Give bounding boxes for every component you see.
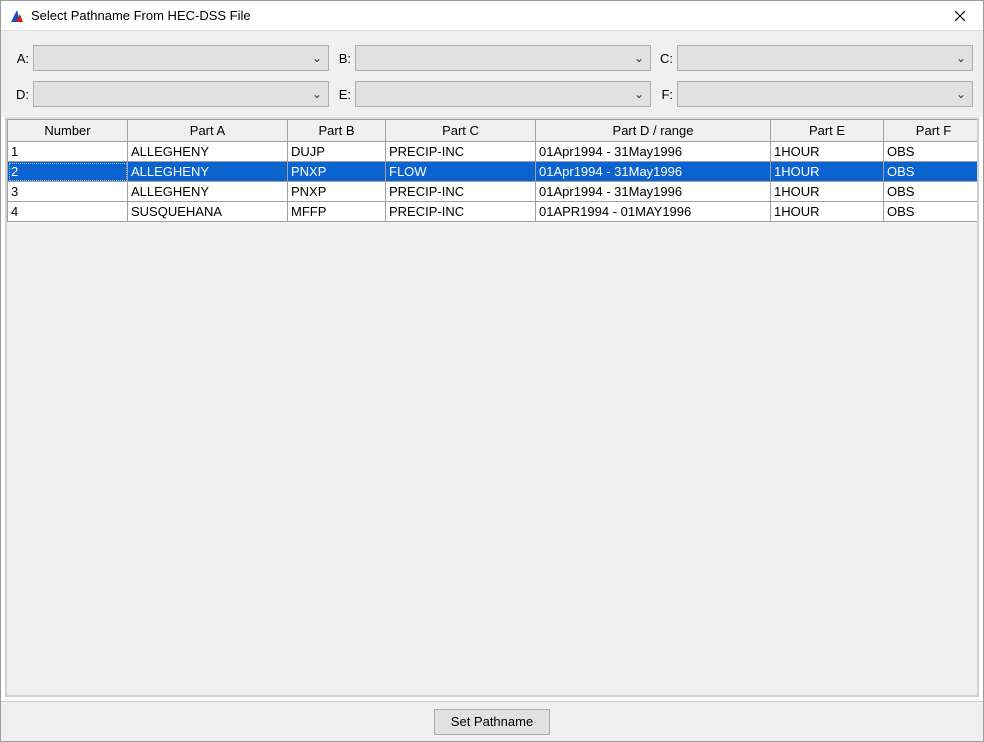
filter-select-e[interactable]: ⌄ xyxy=(355,81,651,107)
filter-select-c[interactable]: ⌄ xyxy=(677,45,973,71)
table-cell[interactable]: 01Apr1994 - 31May1996 xyxy=(536,162,771,182)
table-cell[interactable]: 1HOUR xyxy=(771,162,884,182)
filter-row-2: D: ⌄ E: ⌄ F: ⌄ xyxy=(11,81,973,107)
table-cell[interactable]: PRECIP-INC xyxy=(386,142,536,162)
table-row[interactable]: 4SUSQUEHANAMFFPPRECIP-INC01APR1994 - 01M… xyxy=(8,202,980,222)
filter-label-c: C: xyxy=(655,51,673,66)
table-row[interactable]: 3ALLEGHENYPNXPPRECIP-INC01Apr1994 - 31Ma… xyxy=(8,182,980,202)
col-header-part-f[interactable]: Part F xyxy=(884,120,980,142)
filter-label-a: A: xyxy=(11,51,29,66)
chevron-down-icon: ⌄ xyxy=(312,87,322,101)
table-cell[interactable]: FLOW xyxy=(386,162,536,182)
table-header-row: Number Part A Part B Part C Part D / ran… xyxy=(8,120,980,142)
table-body: 1ALLEGHENYDUJPPRECIP-INC01Apr1994 - 31Ma… xyxy=(8,142,980,222)
set-pathname-button[interactable]: Set Pathname xyxy=(434,709,550,735)
title-bar: Select Pathname From HEC-DSS File xyxy=(1,1,983,31)
filter-select-f[interactable]: ⌄ xyxy=(677,81,973,107)
table-cell[interactable]: DUJP xyxy=(288,142,386,162)
table-cell[interactable]: 1HOUR xyxy=(771,202,884,222)
table-cell[interactable]: 3 xyxy=(8,182,128,202)
table-cell[interactable]: MFFP xyxy=(288,202,386,222)
filter-panel: A: ⌄ B: ⌄ C: ⌄ D: ⌄ E: ⌄ F: ⌄ xyxy=(1,31,983,117)
filter-row-1: A: ⌄ B: ⌄ C: ⌄ xyxy=(11,45,973,71)
col-header-part-b[interactable]: Part B xyxy=(288,120,386,142)
table-cell[interactable]: 1HOUR xyxy=(771,182,884,202)
table-cell[interactable]: OBS xyxy=(884,142,980,162)
table-row[interactable]: 1ALLEGHENYDUJPPRECIP-INC01Apr1994 - 31Ma… xyxy=(8,142,980,162)
table-cell[interactable]: 1HOUR xyxy=(771,142,884,162)
dialog-window: Select Pathname From HEC-DSS File A: ⌄ B… xyxy=(0,0,984,742)
table-cell[interactable]: PNXP xyxy=(288,182,386,202)
chevron-down-icon: ⌄ xyxy=(634,51,644,65)
table-cell[interactable]: 4 xyxy=(8,202,128,222)
title-bar-left: Select Pathname From HEC-DSS File xyxy=(9,8,251,24)
table-cell[interactable]: 01Apr1994 - 31May1996 xyxy=(536,142,771,162)
table-container: Number Part A Part B Part C Part D / ran… xyxy=(5,117,979,697)
window-title: Select Pathname From HEC-DSS File xyxy=(31,8,251,23)
filter-select-b[interactable]: ⌄ xyxy=(355,45,651,71)
app-icon xyxy=(9,8,25,24)
filter-label-e: E: xyxy=(333,87,351,102)
filter-label-f: F: xyxy=(655,87,673,102)
pathname-table: Number Part A Part B Part C Part D / ran… xyxy=(7,119,979,222)
table-cell[interactable]: ALLEGHENY xyxy=(128,142,288,162)
table-cell[interactable]: PNXP xyxy=(288,162,386,182)
table-cell[interactable]: SUSQUEHANA xyxy=(128,202,288,222)
filter-select-d[interactable]: ⌄ xyxy=(33,81,329,107)
filter-label-d: D: xyxy=(11,87,29,102)
col-header-part-d[interactable]: Part D / range xyxy=(536,120,771,142)
close-button[interactable] xyxy=(937,1,983,31)
chevron-down-icon: ⌄ xyxy=(956,87,966,101)
col-header-number[interactable]: Number xyxy=(8,120,128,142)
table-row[interactable]: 2ALLEGHENYPNXPFLOW01Apr1994 - 31May19961… xyxy=(8,162,980,182)
table-cell[interactable]: 2 xyxy=(8,162,128,182)
table-cell[interactable]: ALLEGHENY xyxy=(128,162,288,182)
filter-select-a[interactable]: ⌄ xyxy=(33,45,329,71)
filter-label-b: B: xyxy=(333,51,351,66)
chevron-down-icon: ⌄ xyxy=(312,51,322,65)
table-cell[interactable]: OBS xyxy=(884,162,980,182)
table-cell[interactable]: PRECIP-INC xyxy=(386,202,536,222)
chevron-down-icon: ⌄ xyxy=(634,87,644,101)
col-header-part-a[interactable]: Part A xyxy=(128,120,288,142)
table-cell[interactable]: OBS xyxy=(884,182,980,202)
table-cell[interactable]: ALLEGHENY xyxy=(128,182,288,202)
button-panel: Set Pathname xyxy=(1,701,983,741)
col-header-part-e[interactable]: Part E xyxy=(771,120,884,142)
close-icon xyxy=(955,11,965,21)
table-cell[interactable]: 01APR1994 - 01MAY1996 xyxy=(536,202,771,222)
table-cell[interactable]: PRECIP-INC xyxy=(386,182,536,202)
table-cell[interactable]: 1 xyxy=(8,142,128,162)
table-cell[interactable]: 01Apr1994 - 31May1996 xyxy=(536,182,771,202)
table-cell[interactable]: OBS xyxy=(884,202,980,222)
col-header-part-c[interactable]: Part C xyxy=(386,120,536,142)
chevron-down-icon: ⌄ xyxy=(956,51,966,65)
